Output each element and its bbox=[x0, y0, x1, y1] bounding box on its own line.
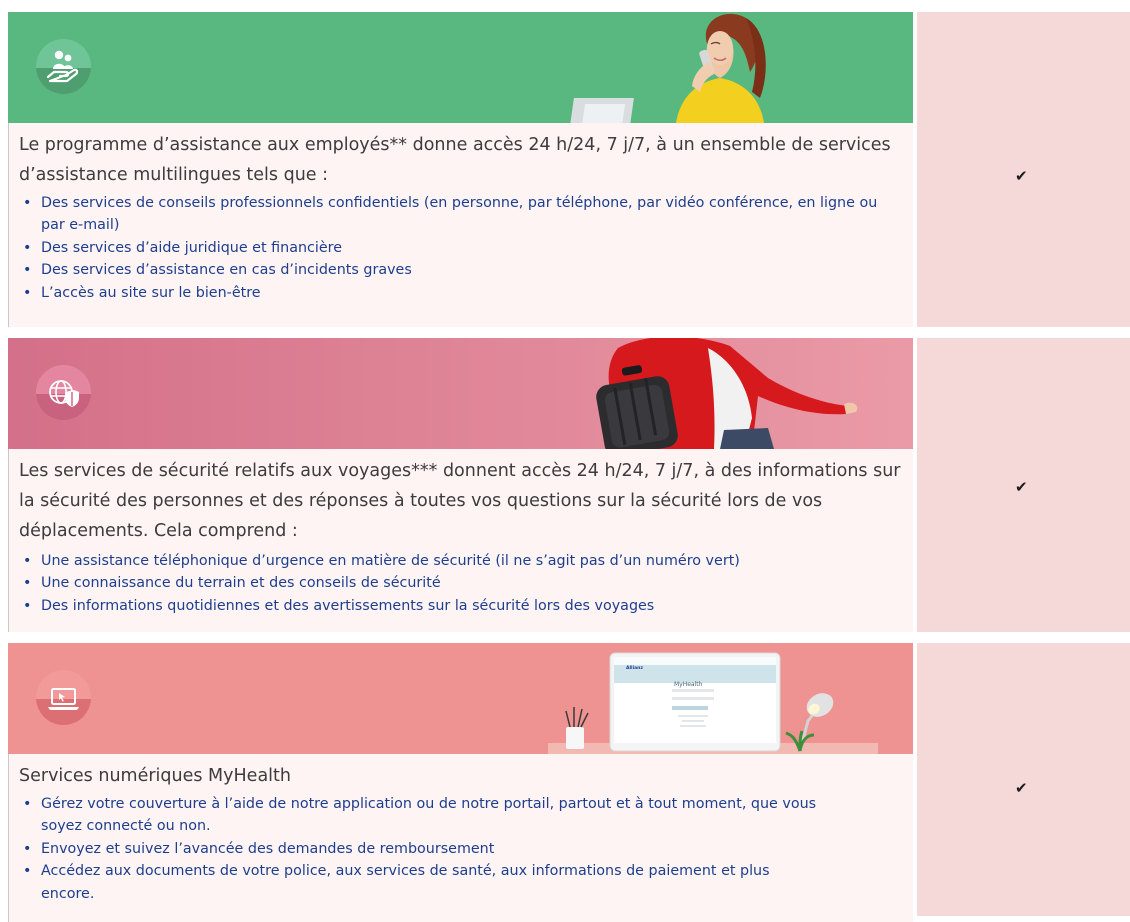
section-employee-assistance: ✔ Le programme d’assistance aux employés… bbox=[8, 12, 1130, 327]
banner-myhealth-digital: Allianz MyHealth bbox=[8, 643, 913, 754]
section-check-cell: ✔ bbox=[917, 12, 1130, 327]
list-item: Une assistance téléphonique d’urgence en… bbox=[19, 550, 899, 573]
list-item: Une connaissance du terrain et des conse… bbox=[19, 572, 899, 595]
banner-travel-security bbox=[8, 338, 913, 449]
list-item: Des services d’aide juridique et financi… bbox=[19, 237, 879, 260]
left-border-rule bbox=[8, 123, 9, 327]
section-check-cell: ✔ bbox=[917, 338, 1130, 632]
monitor-brand-label: Allianz bbox=[626, 666, 643, 671]
icon-badge bbox=[36, 670, 91, 725]
banner-photo-woman-phone bbox=[8, 12, 913, 123]
laptop-cursor-icon bbox=[48, 688, 79, 710]
left-border-rule bbox=[8, 754, 9, 922]
section-intro-text: Les services de sécurité relatifs aux vo… bbox=[19, 461, 901, 541]
icon-badge bbox=[36, 39, 91, 94]
left-border-rule bbox=[8, 449, 9, 632]
hand-people-icon bbox=[46, 50, 79, 83]
section-bullet-list: Des services de conseils professionnels … bbox=[19, 192, 879, 304]
icon-badge bbox=[36, 365, 91, 420]
section-bullet-list: Une assistance téléphonique d’urgence en… bbox=[19, 550, 899, 618]
section-check-cell: ✔ bbox=[917, 643, 1130, 916]
list-item: Des services d’assistance en cas d’incid… bbox=[19, 259, 879, 282]
list-item: Accédez aux documents de votre police, a… bbox=[19, 860, 819, 905]
list-item: Des informations quotidiennes et des ave… bbox=[19, 595, 899, 618]
list-item: Envoyez et suivez l’avancée des demandes… bbox=[19, 838, 819, 861]
monitor-title-label: MyHealth bbox=[674, 681, 703, 688]
list-item: L’accès au site sur le bien-être bbox=[19, 282, 879, 305]
globe-shield-icon bbox=[49, 380, 79, 407]
section-travel-security: ✔ Les services de sécurité relatifs aux … bbox=[8, 338, 1130, 632]
check-mark-icon: ✔ bbox=[1015, 167, 1028, 185]
banner-photo-desktop-monitor bbox=[8, 643, 913, 754]
list-item: Des services de conseils professionnels … bbox=[19, 192, 879, 237]
check-mark-icon: ✔ bbox=[1015, 478, 1028, 496]
list-item: Gérez votre couverture à l’aide de notre… bbox=[19, 793, 819, 838]
banner-photo-traveler-suitcase bbox=[8, 338, 913, 449]
section-intro-text: Le programme d’assistance aux employés**… bbox=[19, 135, 891, 185]
section-intro-text: Services numériques MyHealth bbox=[19, 766, 291, 786]
banner-employee-assistance bbox=[8, 12, 913, 123]
section-bullet-list: Gérez votre couverture à l’aide de notre… bbox=[19, 793, 819, 905]
check-mark-icon: ✔ bbox=[1015, 779, 1028, 797]
section-myhealth-digital: ✔ Allianz MyHealth Services numériques M… bbox=[8, 643, 1130, 922]
